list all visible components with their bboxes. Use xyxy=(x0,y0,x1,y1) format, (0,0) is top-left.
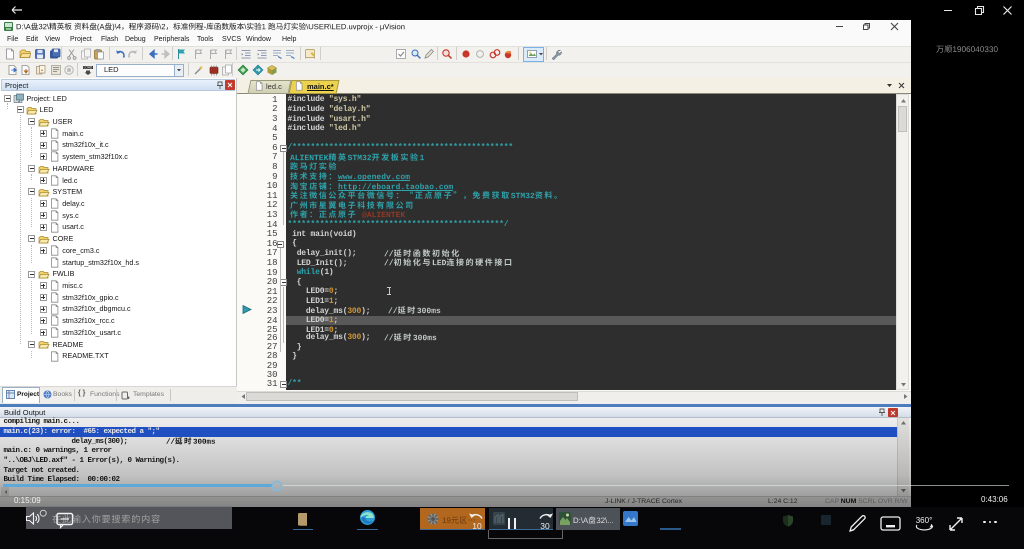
svg-text:LOAD: LOAD xyxy=(84,66,93,70)
svg-text:360°: 360° xyxy=(916,516,933,525)
svg-text:10: 10 xyxy=(472,521,482,531)
